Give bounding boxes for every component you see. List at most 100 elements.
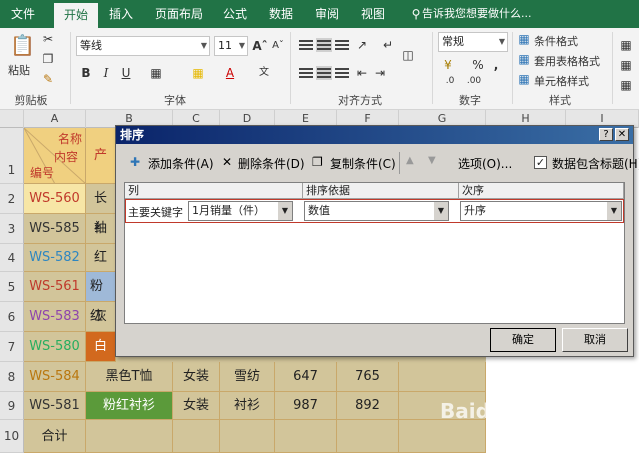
bold-icon[interactable]: B xyxy=(78,66,94,80)
increase-indent-icon[interactable]: ⇥ xyxy=(372,66,388,80)
format-table-button[interactable]: 套用表格格式 xyxy=(534,53,600,69)
format-cells-icon[interactable]: ▦ xyxy=(618,78,634,92)
row-header-10[interactable]: 10 xyxy=(0,420,24,453)
total-label-cell[interactable]: 合计 xyxy=(24,420,86,453)
sort-column-select[interactable]: 1月销量（件） ▼ xyxy=(188,201,293,221)
move-down-icon[interactable]: ▼ xyxy=(428,155,436,166)
tab-insert[interactable]: 插入 xyxy=(102,0,140,28)
row-header-5[interactable]: 5 xyxy=(0,272,24,302)
increase-font-icon[interactable]: Aˆ xyxy=(252,39,268,53)
merge-center-icon[interactable]: ◫ xyxy=(400,48,416,62)
currency-icon[interactable]: ¥ xyxy=(440,58,456,72)
empty-cell[interactable] xyxy=(86,420,173,453)
sales-feb-cell[interactable]: 765 xyxy=(337,362,399,392)
sort-on-select[interactable]: 数值 ▼ xyxy=(304,201,449,221)
align-top-icon[interactable] xyxy=(298,38,314,52)
cancel-button[interactable]: 取消 xyxy=(562,328,628,352)
empty-cell[interactable] xyxy=(220,420,275,453)
code-cell[interactable]: WS-582 xyxy=(24,244,86,272)
code-cell[interactable]: WS-581 xyxy=(24,392,86,420)
ok-button[interactable]: 确定 xyxy=(490,328,556,352)
align-left-icon[interactable] xyxy=(298,66,314,80)
empty-cell[interactable] xyxy=(173,420,220,453)
header-cell-b1[interactable]: 产 xyxy=(86,128,116,184)
row-header-1[interactable]: 1 xyxy=(0,128,24,184)
wrap-text-icon[interactable]: ↵ xyxy=(380,38,396,52)
delete-level-button[interactable]: 删除条件(D) xyxy=(238,155,305,172)
select-all-corner[interactable] xyxy=(0,110,24,128)
tab-file[interactable]: 文件 xyxy=(0,0,46,28)
align-bottom-icon[interactable] xyxy=(334,38,350,52)
tab-home[interactable]: 开始 xyxy=(54,3,98,28)
code-cell[interactable]: WS-560 xyxy=(24,184,86,214)
paste-button[interactable]: 粘贴 xyxy=(8,62,30,78)
decrease-decimal-icon[interactable]: .00 xyxy=(466,74,482,88)
decrease-indent-icon[interactable]: ⇤ xyxy=(354,66,370,80)
tab-formulas[interactable]: 公式 xyxy=(216,0,254,28)
empty-cell[interactable] xyxy=(399,362,486,392)
code-cell[interactable]: WS-584 xyxy=(24,362,86,392)
align-right-icon[interactable] xyxy=(334,66,350,80)
conditional-format-button[interactable]: 条件格式 xyxy=(534,33,578,49)
percent-icon[interactable]: % xyxy=(470,58,486,72)
order-select[interactable]: 升序 ▼ xyxy=(460,201,622,221)
copy-level-button[interactable]: 复制条件(C) xyxy=(330,155,396,172)
increase-decimal-icon[interactable]: .0 xyxy=(442,74,458,88)
phonetic-icon[interactable]: 文 xyxy=(256,66,272,80)
product-cell[interactable]: 纟 xyxy=(86,214,116,244)
row-header-2[interactable]: 2 xyxy=(0,184,24,214)
italic-icon[interactable]: I xyxy=(98,66,114,80)
move-up-icon[interactable]: ▲ xyxy=(406,155,414,166)
empty-cell[interactable] xyxy=(399,420,486,453)
font-size-select[interactable]: 11 ▼ xyxy=(214,36,248,56)
tab-page-layout[interactable]: 页面布局 xyxy=(148,0,210,28)
sales-jan-cell[interactable]: 647 xyxy=(275,362,337,392)
material-cell[interactable]: 衬衫 xyxy=(220,392,275,420)
code-cell[interactable]: WS-580 xyxy=(24,332,86,362)
delete-cells-icon[interactable]: ▦ xyxy=(618,58,634,72)
row-header-7[interactable]: 7 xyxy=(0,332,24,362)
row-header-3[interactable]: 3 xyxy=(0,214,24,244)
row-header-9[interactable]: 9 xyxy=(0,392,24,420)
tab-review[interactable]: 审阅 xyxy=(308,0,346,28)
options-button[interactable]: 选项(O)... xyxy=(458,155,512,172)
close-button[interactable]: ✕ xyxy=(615,128,629,141)
sales-feb-cell[interactable]: 892 xyxy=(337,392,399,420)
material-cell[interactable]: 雪纺 xyxy=(220,362,275,392)
tab-view[interactable]: 视图 xyxy=(354,0,392,28)
decrease-font-icon[interactable]: Aˇ xyxy=(270,39,286,53)
header-cell-a1[interactable]: 名称 内容 编号 xyxy=(24,128,86,184)
row-header-8[interactable]: 8 xyxy=(0,362,24,392)
product-cell[interactable]: 粉红衬衫 xyxy=(86,392,173,420)
paste-icon[interactable]: 📋 xyxy=(10,34,35,56)
tell-me-box[interactable]: 告诉我您想要做什么... xyxy=(422,0,532,28)
product-cell[interactable]: 白 xyxy=(86,332,116,362)
sales-jan-cell[interactable]: 987 xyxy=(275,392,337,420)
product-cell[interactable]: 红 xyxy=(86,244,116,272)
code-cell[interactable]: WS-585 xyxy=(24,214,86,244)
underline-icon[interactable]: U xyxy=(118,66,134,80)
number-format-select[interactable]: 常规 ▼ xyxy=(438,32,508,52)
code-cell[interactable]: WS-583 xyxy=(24,302,86,332)
insert-cells-icon[interactable]: ▦ xyxy=(618,38,634,52)
format-painter-icon[interactable]: ✎ xyxy=(40,72,56,86)
row-header-4[interactable]: 4 xyxy=(0,244,24,272)
tab-data[interactable]: 数据 xyxy=(262,0,300,28)
product-cell[interactable]: 灰 xyxy=(86,302,116,332)
has-headers-checkbox[interactable]: ✓ xyxy=(534,156,547,169)
cut-icon[interactable]: ✂ xyxy=(40,32,56,46)
dialog-title[interactable]: 排序 xyxy=(116,126,633,144)
fill-color-icon[interactable]: ▦ xyxy=(190,66,206,80)
copy-icon[interactable]: ❐ xyxy=(40,52,56,66)
empty-cell[interactable] xyxy=(337,420,399,453)
align-middle-icon[interactable] xyxy=(316,38,332,52)
category-cell[interactable]: 女装 xyxy=(173,392,220,420)
product-cell[interactable]: 粉红 xyxy=(86,272,116,324)
help-button[interactable]: ? xyxy=(599,128,613,141)
code-cell[interactable]: WS-561 xyxy=(24,272,86,302)
product-cell[interactable]: 长袖 xyxy=(86,184,116,236)
category-cell[interactable]: 女装 xyxy=(173,362,220,392)
comma-style-icon[interactable]: , xyxy=(488,58,504,72)
font-name-select[interactable]: 等线 ▼ xyxy=(76,36,210,56)
orientation-icon[interactable]: ↗ xyxy=(354,38,370,52)
